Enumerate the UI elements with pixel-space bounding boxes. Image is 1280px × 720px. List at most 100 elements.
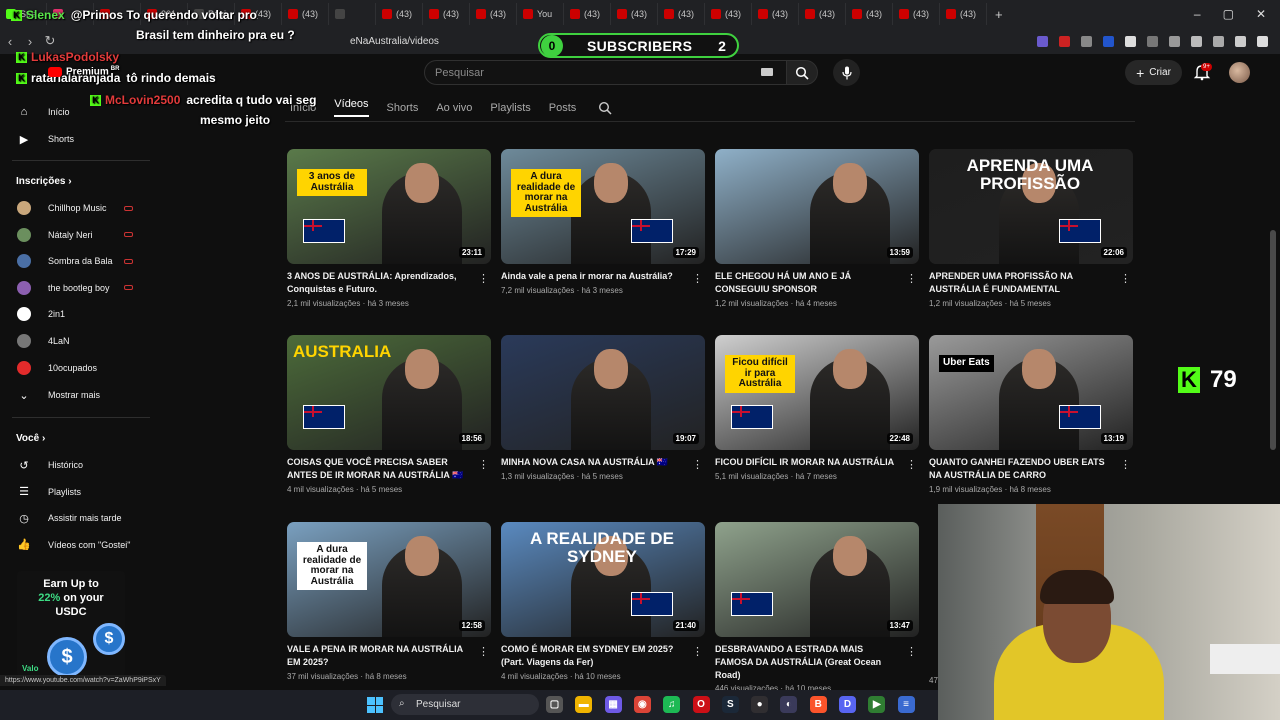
video-card[interactable]: APRENDA UMA PROFISSÃO 22:06 APRENDER UMA P… bbox=[929, 149, 1133, 308]
browser-tab[interactable]: (43) bbox=[752, 3, 799, 25]
tab-videos[interactable]: Vídeos bbox=[334, 98, 369, 117]
keyboard-icon[interactable] bbox=[761, 68, 773, 76]
maximize-icon[interactable]: ▢ bbox=[1223, 7, 1234, 21]
video-title[interactable]: DESBRAVANDO A ESTRADA MAIS FAMOSA DA AUS… bbox=[715, 643, 900, 681]
wallet-icon[interactable] bbox=[1213, 35, 1224, 47]
video-thumbnail[interactable]: 13:47 bbox=[715, 522, 919, 637]
sidebar-item[interactable]: ↺ Histórico bbox=[0, 453, 150, 477]
vpn-icon[interactable] bbox=[1235, 35, 1246, 47]
more-options-icon[interactable]: ⋮ bbox=[692, 272, 703, 285]
media-icon[interactable] bbox=[1169, 35, 1180, 47]
you-heading[interactable]: Você › bbox=[16, 433, 45, 444]
sidebar-item[interactable]: Sombra da Bala bbox=[0, 249, 150, 273]
more-options-icon[interactable]: ⋮ bbox=[1120, 458, 1131, 471]
video-thumbnail[interactable]: Ficou difícil ir para Austrália 22:48 bbox=[715, 335, 919, 450]
more-options-icon[interactable]: ⋮ bbox=[478, 645, 489, 658]
extension-icon[interactable] bbox=[1037, 35, 1048, 47]
extension-icon[interactable] bbox=[1125, 35, 1136, 47]
video-card[interactable]: Ficou difícil ir para Austrália 22:48 FICO… bbox=[715, 335, 919, 481]
video-thumbnail[interactable]: 3 anos de Austrália 23:11 bbox=[287, 149, 491, 264]
sidebar-item[interactable]: 4LaN bbox=[0, 329, 150, 353]
youtube-premium-logo[interactable]: Premium BR bbox=[48, 66, 119, 77]
browser-tab[interactable] bbox=[329, 3, 376, 25]
sidebar-item[interactable]: 10ocupados bbox=[0, 356, 150, 380]
sidebar-item[interactable]: ▶ Shorts bbox=[0, 127, 150, 151]
video-title[interactable]: COISAS QUE VOCÊ PRECISA SABER ANTES DE I… bbox=[287, 456, 472, 482]
more-options-icon[interactable]: ⋮ bbox=[478, 458, 489, 471]
video-thumbnail[interactable]: 19:07 bbox=[501, 335, 705, 450]
account-avatar[interactable] bbox=[1229, 62, 1250, 83]
tab-posts[interactable]: Posts bbox=[549, 102, 577, 114]
sidebar-icon[interactable] bbox=[1191, 35, 1202, 47]
extension-icon[interactable] bbox=[1059, 35, 1070, 47]
extension-icon[interactable] bbox=[1081, 35, 1092, 47]
windows-start-icon[interactable] bbox=[367, 697, 383, 713]
video-thumbnail[interactable]: A dura realidade de morar na Austrália 12… bbox=[287, 522, 491, 637]
app-circle-icon[interactable]: ◐ bbox=[780, 696, 798, 713]
browser-tab[interactable]: (43) bbox=[799, 3, 846, 25]
video-card[interactable]: A REALIDADE DE SYDNEY 21:40 COMO É MORAR E… bbox=[501, 522, 705, 681]
video-thumbnail[interactable]: A dura realidade de morar na Austrália 17… bbox=[501, 149, 705, 264]
browser-tab[interactable]: (43) bbox=[376, 3, 423, 25]
forward-icon[interactable]: › bbox=[20, 34, 40, 49]
more-options-icon[interactable]: ⋮ bbox=[906, 645, 917, 658]
more-options-icon[interactable]: ⋮ bbox=[692, 645, 703, 658]
sidebar-item[interactable]: Nátaly Neri bbox=[0, 223, 150, 247]
brave-icon[interactable]: B bbox=[809, 696, 827, 713]
minimize-icon[interactable]: – bbox=[1194, 7, 1201, 21]
more-options-icon[interactable]: ⋮ bbox=[1120, 272, 1131, 285]
apps-icon[interactable]: ▦ bbox=[604, 696, 622, 713]
browser-tab[interactable]: (43) bbox=[470, 3, 517, 25]
more-options-icon[interactable]: ⋮ bbox=[906, 272, 917, 285]
notes-icon[interactable]: ≡ bbox=[897, 696, 915, 713]
video-thumbnail[interactable]: AUSTRALIA 18:56 bbox=[287, 335, 491, 450]
steam-icon[interactable]: S bbox=[721, 696, 739, 713]
voice-search-button[interactable] bbox=[833, 59, 860, 86]
browser-tab[interactable]: (43) bbox=[846, 3, 893, 25]
video-card[interactable]: 13:47 DESBRAVANDO A ESTRADA MAIS FAMOSA D… bbox=[715, 522, 919, 693]
page-scrollbar[interactable] bbox=[1270, 230, 1276, 450]
browser-tab[interactable]: (43) bbox=[893, 3, 940, 25]
video-card[interactable]: 13:59 ELE CHEGOU HÁ UM ANO E JÁ CONSEGUIU… bbox=[715, 149, 919, 308]
obs-icon[interactable]: ● bbox=[751, 696, 769, 713]
file-explorer-icon[interactable]: ▬ bbox=[575, 696, 593, 713]
video-card[interactable]: Uber Eats 13:19 QUANTO GANHEI FAZENDO UBER… bbox=[929, 335, 1133, 494]
browser-tab[interactable]: (43) bbox=[940, 3, 987, 25]
tab-playlists[interactable]: Playlists bbox=[490, 102, 530, 114]
sidebar-item[interactable]: 👍 Vídeos com "Gostei" bbox=[0, 533, 150, 557]
subscriptions-heading[interactable]: Inscrições › bbox=[16, 176, 72, 187]
sidebar-item[interactable]: Chillhop Music bbox=[0, 196, 150, 220]
browser-tab[interactable]: (43) bbox=[658, 3, 705, 25]
browser-tab[interactable]: (43) bbox=[611, 3, 658, 25]
more-options-icon[interactable]: ⋮ bbox=[692, 458, 703, 471]
browser-tab[interactable]: (43) bbox=[423, 3, 470, 25]
video-thumbnail[interactable]: A REALIDADE DE SYDNEY 21:40 bbox=[501, 522, 705, 637]
task-view-icon[interactable]: ▢ bbox=[546, 696, 563, 713]
video-title[interactable]: VALE A PENA IR MORAR NA AUSTRÁLIA EM 202… bbox=[287, 643, 472, 669]
tab-ao-vivo[interactable]: Ao vivo bbox=[436, 102, 472, 114]
browser-tab[interactable]: You bbox=[517, 3, 564, 25]
video-title[interactable]: FICOU DIFÍCIL IR MORAR NA AUSTRÁLIA bbox=[715, 456, 900, 469]
video-title[interactable]: COMO É MORAR EM SYDNEY EM 2025? (Part. V… bbox=[501, 643, 686, 669]
video-title[interactable]: QUANTO GANHEI FAZENDO UBER EATS NA AUSTR… bbox=[929, 456, 1114, 482]
back-icon[interactable]: ‹ bbox=[0, 34, 20, 49]
sidebar-item[interactable]: ☰ Playlists bbox=[0, 480, 150, 504]
sidebar-item[interactable]: ⌄ Mostrar mais bbox=[0, 383, 150, 407]
opera-icon[interactable]: O bbox=[692, 696, 710, 713]
channel-search-icon[interactable] bbox=[598, 101, 612, 115]
search-input[interactable]: Pesquisar bbox=[424, 60, 790, 85]
video-thumbnail[interactable]: APRENDA UMA PROFISSÃO 22:06 bbox=[929, 149, 1133, 264]
video-title[interactable]: Ainda vale a pena ir morar na Austrália? bbox=[501, 270, 686, 283]
url-field[interactable]: eNaAustralia/videos bbox=[350, 36, 439, 47]
create-button[interactable]: + Criar bbox=[1125, 60, 1182, 85]
chrome-icon[interactable]: ◉ bbox=[633, 696, 651, 713]
sidebar-item[interactable]: ◷ Assistir mais tarde bbox=[0, 506, 150, 530]
extension-icon[interactable] bbox=[1103, 35, 1114, 47]
video-card[interactable]: A dura realidade de morar na Austrália 12… bbox=[287, 522, 491, 681]
play-icon[interactable]: ▶ bbox=[868, 696, 886, 713]
new-tab-button[interactable]: + bbox=[995, 7, 1003, 22]
reload-icon[interactable]: ↻ bbox=[40, 33, 60, 49]
video-thumbnail[interactable]: 13:59 bbox=[715, 149, 919, 264]
video-title[interactable]: MINHA NOVA CASA NA AUSTRÁLIA 🇦🇺 bbox=[501, 456, 686, 469]
browser-tab[interactable]: (43) bbox=[564, 3, 611, 25]
